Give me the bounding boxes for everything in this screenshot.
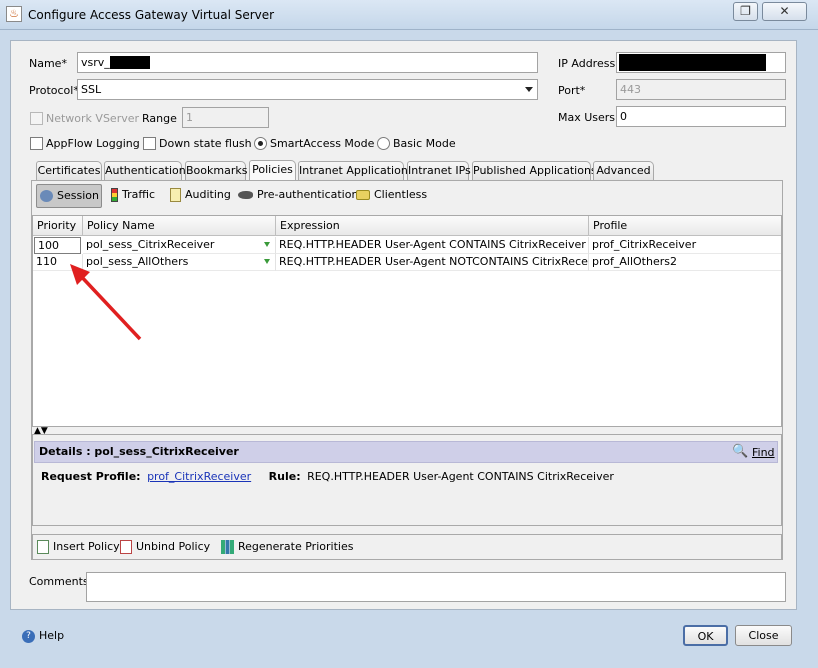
help-label: Help: [39, 629, 65, 642]
notepad-icon: [170, 188, 181, 202]
column-header-policy-name[interactable]: Policy Name: [83, 216, 276, 236]
tab-authentication[interactable]: Authentication: [104, 161, 186, 180]
session-icon: [40, 190, 53, 202]
close-button[interactable]: Close: [735, 625, 792, 646]
clientless-icon: [356, 190, 370, 200]
mouse-icon: [238, 191, 253, 199]
policy-name-text: pol_sess_CitrixReceiver: [86, 238, 215, 251]
ip-redaction: [619, 54, 766, 71]
port-field[interactable]: 443: [616, 79, 786, 100]
down-state-flush-checkbox[interactable]: [143, 137, 156, 150]
subtab-clientless-label: Clientless: [374, 188, 428, 201]
port-label: Port*: [558, 84, 586, 97]
tab-bookmarks[interactable]: Bookmarks: [185, 161, 247, 180]
subtab-pre-authentication[interactable]: Pre-authentication: [238, 184, 358, 208]
regenerate-priorities-button[interactable]: Regenerate Priorities: [221, 540, 353, 554]
subtab-auditing-label: Auditing: [185, 188, 231, 201]
insert-policy-label: Insert Policy: [53, 540, 120, 553]
regenerate-priorities-icon: [221, 540, 234, 554]
details-header: Details : pol_sess_CitrixReceiver 🔍 Find: [34, 441, 778, 463]
basic-mode-radio[interactable]: [377, 137, 390, 150]
protocol-value: SSL: [81, 83, 102, 96]
name-label: Name*: [29, 57, 67, 70]
name-value: vsrv_: [81, 56, 110, 69]
column-header-priority[interactable]: Priority: [33, 216, 83, 236]
tab-advanced[interactable]: Advanced: [593, 161, 654, 180]
tab-intranet-applications[interactable]: Intranet Applications: [298, 161, 414, 180]
find-link[interactable]: Find: [752, 446, 775, 459]
column-header-expression[interactable]: Expression: [276, 216, 589, 236]
ok-button[interactable]: OK: [683, 625, 728, 646]
range-label: Range: [142, 112, 177, 125]
details-content: Request Profile: prof_CitrixReceiver Rul…: [41, 470, 614, 483]
expression-cell: REQ.HTTP.HEADER User-Agent NOTCONTAINS C…: [276, 254, 589, 271]
chevron-down-icon: [525, 87, 533, 92]
subtab-session-label: Session: [57, 189, 99, 202]
dropdown-arrow-icon[interactable]: [264, 242, 270, 247]
ip-address-field[interactable]: [616, 52, 786, 73]
comments-label: Comments: [29, 575, 89, 588]
unbind-policy-icon: [120, 540, 132, 554]
smartaccess-mode-radio[interactable]: [254, 137, 267, 150]
priority-cell[interactable]: 100: [34, 237, 81, 254]
details-title: Details : pol_sess_CitrixReceiver: [39, 445, 239, 458]
dropdown-arrow-icon[interactable]: [264, 259, 270, 264]
traffic-light-icon: [111, 188, 118, 202]
java-app-icon: ♨: [6, 6, 22, 22]
request-profile-label: Request Profile:: [41, 470, 141, 483]
appflow-logging-label: AppFlow Logging: [46, 137, 140, 150]
max-users-field[interactable]: 0: [616, 106, 786, 127]
profile-cell: prof_AllOthers2: [589, 254, 781, 271]
rule-label: Rule:: [268, 470, 301, 483]
annotation-arrow: [70, 264, 142, 341]
tab-policies[interactable]: Policies: [249, 160, 296, 180]
tab-certificates[interactable]: Certificates: [36, 161, 102, 180]
network-vserver-checkbox[interactable]: [30, 112, 43, 125]
subtab-traffic-label: Traffic: [122, 188, 156, 201]
appflow-logging-checkbox[interactable]: [30, 137, 43, 150]
unbind-policy-button[interactable]: Unbind Policy: [120, 540, 210, 554]
subtab-traffic[interactable]: Traffic: [108, 184, 166, 208]
name-redaction: [110, 56, 150, 69]
ip-address-label: IP Address: [558, 57, 616, 70]
restore-window-button[interactable]: ❐: [733, 2, 758, 21]
subtab-clientless[interactable]: Clientless: [356, 184, 428, 208]
protocol-label: Protocol*: [29, 84, 79, 97]
unbind-policy-label: Unbind Policy: [136, 540, 211, 553]
max-users-label: Max Users: [558, 111, 616, 124]
subtab-session[interactable]: Session: [36, 184, 102, 208]
smartaccess-mode-label: SmartAccess Mode: [270, 137, 375, 150]
search-icon[interactable]: 🔍: [732, 444, 748, 459]
comments-field[interactable]: [86, 572, 786, 602]
tab-published-applications[interactable]: Published Applications: [472, 161, 597, 180]
expression-cell: REQ.HTTP.HEADER User-Agent CONTAINS Citr…: [276, 237, 589, 254]
policy-name-cell[interactable]: pol_sess_CitrixReceiver: [83, 237, 276, 254]
rule-value: REQ.HTTP.HEADER User-Agent CONTAINS Citr…: [307, 470, 614, 483]
help-icon: ?: [22, 629, 35, 643]
tab-intranet-ips[interactable]: Intranet IPs: [407, 161, 471, 180]
subtab-pre-authentication-label: Pre-authentication: [257, 188, 359, 201]
window-titlebar[interactable]: ♨ Configure Access Gateway Virtual Serve…: [0, 0, 818, 30]
basic-mode-label: Basic Mode: [393, 137, 456, 150]
request-profile-link[interactable]: prof_CitrixReceiver: [147, 470, 251, 483]
down-state-flush-label: Down state flush: [159, 137, 252, 150]
protocol-select[interactable]: SSL: [77, 79, 538, 100]
close-window-button[interactable]: ✕: [762, 2, 807, 21]
insert-policy-button[interactable]: Insert Policy: [37, 540, 120, 554]
profile-cell: prof_CitrixReceiver: [589, 237, 781, 254]
subtab-auditing[interactable]: Auditing: [170, 184, 232, 208]
range-field[interactable]: 1: [182, 107, 269, 128]
column-header-profile[interactable]: Profile: [589, 216, 781, 236]
insert-policy-icon: [37, 540, 49, 554]
network-vserver-label: Network VServer: [46, 112, 140, 125]
name-field[interactable]: vsrv_: [77, 52, 538, 73]
regenerate-priorities-label: Regenerate Priorities: [238, 540, 354, 553]
window-title: Configure Access Gateway Virtual Server: [28, 8, 275, 22]
help-button[interactable]: ? Help: [22, 629, 64, 643]
